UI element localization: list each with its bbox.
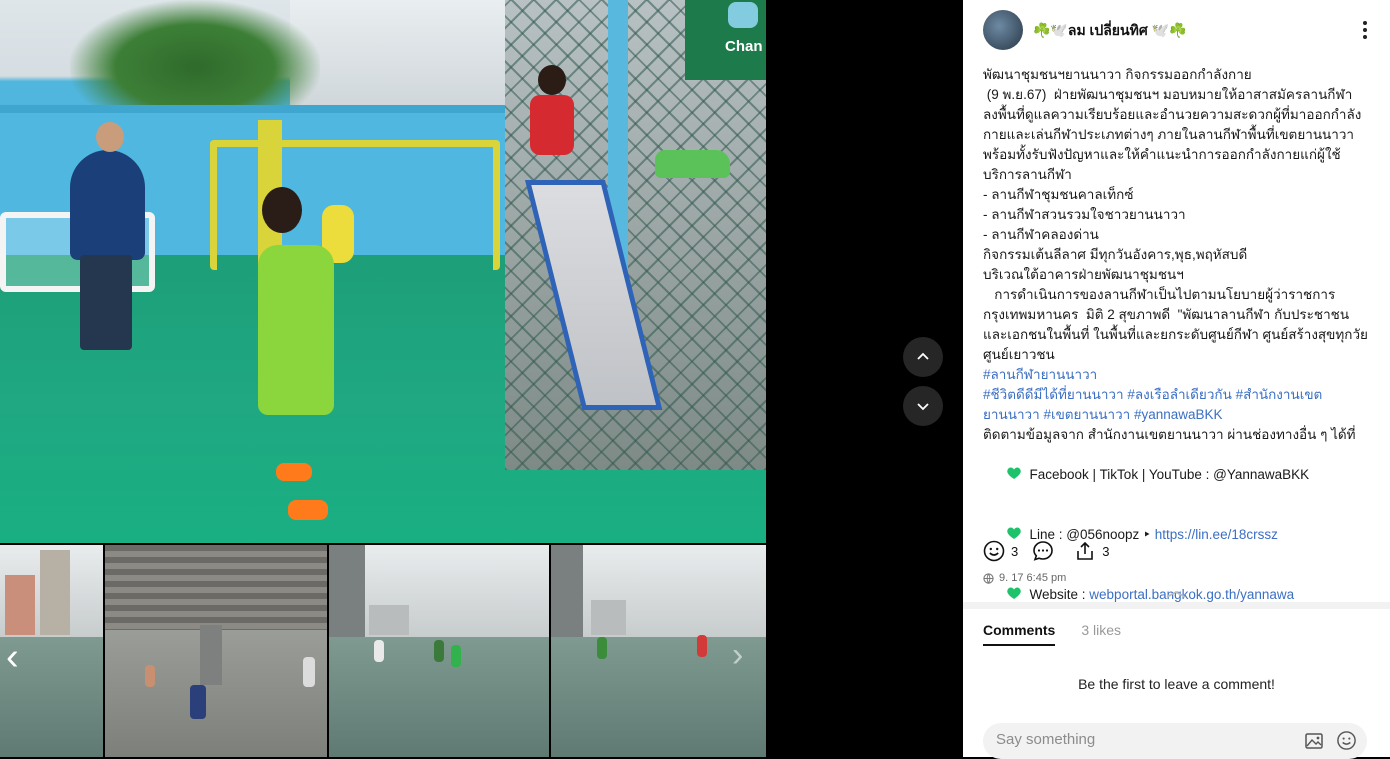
author-name[interactable]: ☘️🕊️ลม เปลี่ยนทิศ 🕊️☘️ [1033,20,1186,42]
photo-car [655,150,730,178]
share-count: 3 [1102,543,1110,559]
main-photo[interactable]: Chan [0,0,766,543]
image-icon[interactable] [1304,731,1324,751]
photo-gym-equipment [210,140,500,270]
body-line: การดำเนินการของลานกีฬาเป็นไปตามนโยบายผู้… [983,287,1372,362]
body-line: (9 พ.ย.67) ฝ่ายพัฒนาชุมชนฯ มอบหมายให้อาส… [983,87,1362,182]
street-sign-text: Chan [725,38,763,55]
body-line: พัฒนาชุมชนฯยานนาวา กิจกรรมออกกำลังกาย [983,67,1252,82]
post-header: ☘️🕊️ลม เปลี่ยนทิศ 🕊️☘️ [963,0,1390,60]
next-post-button[interactable] [903,386,943,426]
avatar[interactable] [983,10,1023,50]
smiley-icon [983,540,1005,562]
react-button[interactable]: 3 [983,540,1018,562]
chevron-up-icon [917,352,929,360]
share-button[interactable]: 3 [1074,540,1109,562]
emoji-icon[interactable] [1336,730,1357,751]
tab-likes[interactable]: 3 likes [1081,622,1121,646]
photo-girl-on-slide [530,65,574,155]
comment-input[interactable] [996,731,1286,748]
post-panel: ☘️🕊️ลม เปลี่ยนทิศ 🕊️☘️ พัฒนาชุมชนฯยานนาว… [963,0,1390,759]
body-line: - ลานกีฬาคลองด่าน [983,227,1099,242]
body-line: - ลานกีฬาชุมชนคาลเท็กซ์ [983,187,1134,202]
divider [963,602,1390,609]
lens-icon[interactable] [728,2,758,28]
comment-box [983,723,1367,759]
reaction-count: 3 [1011,543,1019,559]
reaction-bar: 3 3 [983,538,1373,564]
empty-comments-text: Be the first to leave a comment! [1078,676,1275,692]
body-line: บริเวณใต้อาคารฝ่ายพัฒนาชุมชนฯ [983,267,1184,282]
contact-social: Facebook | TikTok | YouTube : @YannawaBK… [1029,467,1310,482]
website-link[interactable]: webportal.bangkok.go.th/yannawa [1089,587,1294,602]
chevron-up-icon [1166,590,1186,598]
thumbnail-strip [0,545,766,757]
media-viewer: Chan ‹ › [0,0,766,757]
body-line: - ลานกีฬาสวนรวมใจชาวยานนาวา [983,207,1186,222]
green-heart-icon [1006,587,1021,599]
thumbnail-3[interactable] [329,545,549,757]
chevron-left-icon[interactable]: ‹ [6,638,19,676]
photo-boy-green [258,187,334,520]
post-timestamp: 9. 17 6:45 pm [983,572,1066,584]
chevron-down-icon [917,403,929,411]
previous-post-button[interactable] [903,337,943,377]
photo-man [70,122,145,350]
thumbnail-2[interactable] [105,545,327,757]
more-vertical-icon[interactable] [1355,18,1375,42]
body-line: กิจกรรมเต้นลีลาศ มีทุกวันอังคาร,พุธ,พฤหั… [983,247,1248,262]
photo-trees [70,0,320,112]
contact-website-label: Website : [1029,587,1090,602]
timestamp-text: 9. 17 6:45 pm [999,572,1067,584]
comment-tabs: Comments 3 likes [983,622,1147,646]
hashtag-links[interactable]: #ชีวิตดีดีมีได้ที่ยานนาวา #ลงเรือลำเดียว… [983,387,1322,422]
chevron-right-icon[interactable]: › [732,638,743,672]
hashtag-link[interactable]: #ลานกีฬายานนาวา [983,367,1097,382]
globe-icon [983,572,994,584]
photo-sky [290,0,530,110]
comment-button[interactable] [1032,540,1060,562]
comment-icon [1033,541,1054,561]
tab-comments[interactable]: Comments [983,622,1056,646]
follow-text: ติดตามข้อมูลจาก สำนักงานเขตยานนาวา ผ่านช… [983,427,1356,442]
green-heart-icon [1006,467,1021,479]
share-icon [1077,541,1094,560]
